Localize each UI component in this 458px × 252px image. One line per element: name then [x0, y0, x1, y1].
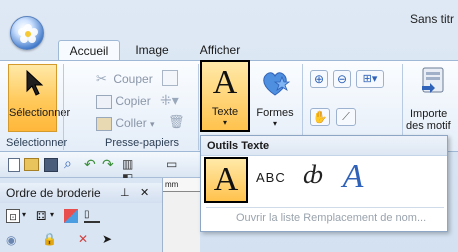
panel-header: Ordre de broderie ⊥ ✕ — [0, 183, 162, 203]
eye-icon[interactable]: ◉ — [6, 233, 16, 247]
zoom-in-icon[interactable]: ⊕ — [310, 70, 328, 88]
pin-icon[interactable]: ⊥ — [120, 183, 130, 203]
frame-select-icon[interactable]: ⊡ — [6, 209, 20, 223]
select-button[interactable]: Sélectionner — [8, 64, 71, 132]
scissors-icon: ✂ — [96, 71, 107, 86]
open-folder-icon[interactable] — [24, 158, 39, 171]
heart-star-icon — [263, 72, 291, 96]
small-text-tool[interactable]: ABC — [256, 170, 290, 190]
window-title: Sans titr — [409, 12, 454, 26]
paste-label: Coller — [115, 116, 147, 130]
ruler-unit: mm — [163, 178, 201, 192]
lock-icon[interactable]: 🔒 — [42, 232, 57, 246]
replace-list-link[interactable]: Ouvrir la liste Remplacement de nom... — [236, 212, 446, 228]
group-separator — [63, 64, 64, 150]
trash-icon[interactable]: 🗑 — [168, 114, 185, 130]
text-tools-header: Outils Texte — [201, 136, 447, 156]
delete-icon[interactable]: ✕ — [78, 232, 88, 246]
dropdown-arrow-icon[interactable]: ▾ — [50, 210, 54, 219]
color-sort-icon[interactable] — [64, 209, 78, 223]
copy-icon — [96, 94, 112, 109]
dropdown-divider — [206, 207, 444, 208]
text-dropdown-arrow: ▾ — [222, 118, 227, 127]
monogram-tool-icon[interactable]: ȸ — [296, 160, 330, 200]
cut-label: Couper — [113, 72, 153, 86]
zoom-out-icon[interactable]: ⊖ — [333, 70, 351, 88]
panel-toolbar-1: ⊡ ▾ ⚃ ▾ ▯ — [6, 208, 156, 226]
import-design-icon — [422, 67, 444, 93]
layout-icon[interactable]: ▭ — [166, 157, 196, 171]
panel-title: Ordre de broderie — [6, 186, 101, 200]
hand-pan-icon[interactable]: ✋ — [310, 108, 330, 126]
dropdown-arrow-icon[interactable]: ▾ — [22, 210, 26, 219]
import-button[interactable]: Importe des motif — [406, 64, 458, 132]
grid-dropdown-icon[interactable]: ⁜▾ — [160, 92, 184, 108]
shapes-button[interactable]: Formes ▾ — [251, 64, 297, 132]
tab-afficher[interactable]: Afficher — [190, 40, 250, 60]
clipboard-icon — [96, 116, 112, 131]
group-label-selection: Sélectionner — [6, 137, 68, 149]
design-canvas[interactable]: mm — [162, 178, 201, 252]
zoom-fit-icon[interactable]: ⊞▾ — [356, 70, 384, 88]
align-icon[interactable]: ▯ — [84, 209, 100, 223]
tab-accueil[interactable]: Accueil — [58, 40, 120, 60]
flower-icon — [18, 24, 38, 43]
toolbar-more-icon[interactable]: ▥ ◧ — [122, 157, 146, 185]
text-button-label: Texte — [211, 106, 239, 118]
shapes-button-label: Formes — [256, 107, 294, 119]
cut-button[interactable]: ✂ Couper — [96, 70, 196, 88]
redo-icon[interactable]: ↷ — [102, 156, 118, 174]
group-icon[interactable]: ⚃ — [36, 209, 46, 223]
application-menu-button[interactable] — [10, 16, 44, 50]
paste-dropdown-arrow: ▾ — [150, 119, 155, 129]
title-bar: Sans titr — [0, 0, 458, 50]
import-label-line1: Importe — [410, 108, 448, 120]
group-label-clipboard: Presse-papiers — [105, 137, 179, 149]
text-tool-button[interactable]: A — [204, 157, 248, 203]
quick-access-toolbar: ⌕ ↶ ↷ ▥ ◧ ▭ — [0, 152, 200, 185]
new-file-icon[interactable] — [8, 158, 20, 172]
save-icon[interactable] — [44, 158, 58, 172]
letter-a-icon: A — [213, 161, 239, 198]
pointer-icon[interactable]: ➤ — [102, 232, 112, 246]
cursor-arrow-icon — [26, 69, 44, 96]
measure-icon[interactable]: ⟋ — [336, 108, 356, 126]
copy-format-icon[interactable] — [162, 70, 178, 86]
tab-image[interactable]: Image — [128, 40, 176, 60]
copy-label: Copier — [115, 94, 151, 108]
select-button-label: Sélectionner — [9, 107, 71, 119]
text-button[interactable]: A Texte ▾ — [200, 60, 250, 132]
panel-toolbar-2: ◉ 🔒 ✕ ➤ — [6, 232, 156, 250]
zoom-icon[interactable]: ⌕ — [64, 155, 80, 173]
undo-icon[interactable]: ↶ — [84, 156, 100, 174]
group-separator — [198, 64, 199, 150]
shapes-dropdown-arrow: ▾ — [272, 119, 277, 128]
letter-a-icon: A — [212, 64, 238, 101]
import-label-line2: des motif — [406, 120, 451, 132]
close-icon[interactable]: ✕ — [140, 183, 149, 203]
text-on-path-tool-icon[interactable]: A — [338, 158, 368, 200]
